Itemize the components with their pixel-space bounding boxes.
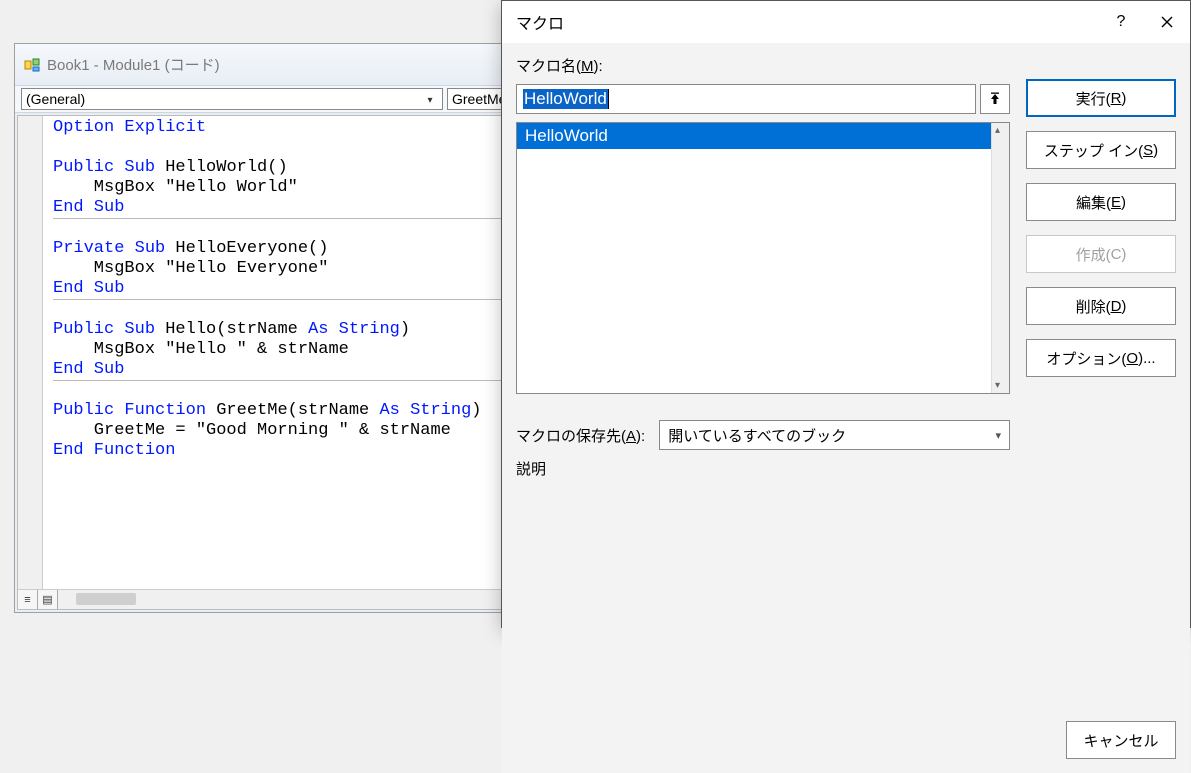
code-gutter (18, 116, 43, 589)
macro-name-value: HelloWorld (523, 89, 608, 109)
cancel-button[interactable]: キャンセル (1066, 721, 1176, 759)
macro-list[interactable]: HelloWorld (516, 122, 1010, 394)
macro-storage-select[interactable]: 開いているすべてのブック ▾ (659, 420, 1010, 450)
macro-dialog: マクロ ? マクロ名(M): HelloWorld HelloWorld (501, 0, 1191, 628)
macro-name-label: マクロ名(M): (516, 55, 1010, 76)
procedure-view-button[interactable]: ≡ (18, 590, 38, 609)
chevron-down-icon: ▾ (422, 92, 438, 108)
macro-storage-label: マクロの保存先(A): (516, 425, 645, 446)
chevron-down-icon: ▾ (995, 429, 1001, 442)
procedure-combo-value: GreetMe (452, 91, 506, 107)
delete-button[interactable]: 削除(D) (1026, 287, 1176, 325)
list-scrollbar[interactable] (991, 123, 1009, 393)
description-label: 説明 (516, 458, 1010, 479)
macro-storage-value: 開いているすべてのブック (668, 425, 846, 446)
dialog-titlebar[interactable]: マクロ ? (502, 1, 1190, 43)
close-button[interactable] (1144, 1, 1190, 43)
reference-edit-button[interactable] (980, 84, 1010, 114)
code-window-title: Book1 - Module1 (コード) (47, 54, 220, 75)
scrollbar-thumb[interactable] (76, 593, 136, 605)
edit-button[interactable]: 編集(E) (1026, 183, 1176, 221)
object-combo[interactable]: (General) ▾ (21, 88, 443, 110)
full-module-view-button[interactable]: ▤ (38, 590, 58, 609)
help-button[interactable]: ? (1098, 1, 1144, 43)
macro-name-input[interactable]: HelloWorld (516, 84, 976, 114)
module-icon (23, 56, 41, 74)
options-button[interactable]: オプション(O)... (1026, 339, 1176, 377)
create-button: 作成(C) (1026, 235, 1176, 273)
macro-list-item[interactable]: HelloWorld (517, 123, 991, 149)
step-in-button[interactable]: ステップ イン(S) (1026, 131, 1176, 169)
description-area (516, 487, 1010, 759)
object-combo-value: (General) (26, 91, 85, 107)
dialog-title: マクロ (516, 10, 564, 34)
run-button[interactable]: 実行(R) (1026, 79, 1176, 117)
